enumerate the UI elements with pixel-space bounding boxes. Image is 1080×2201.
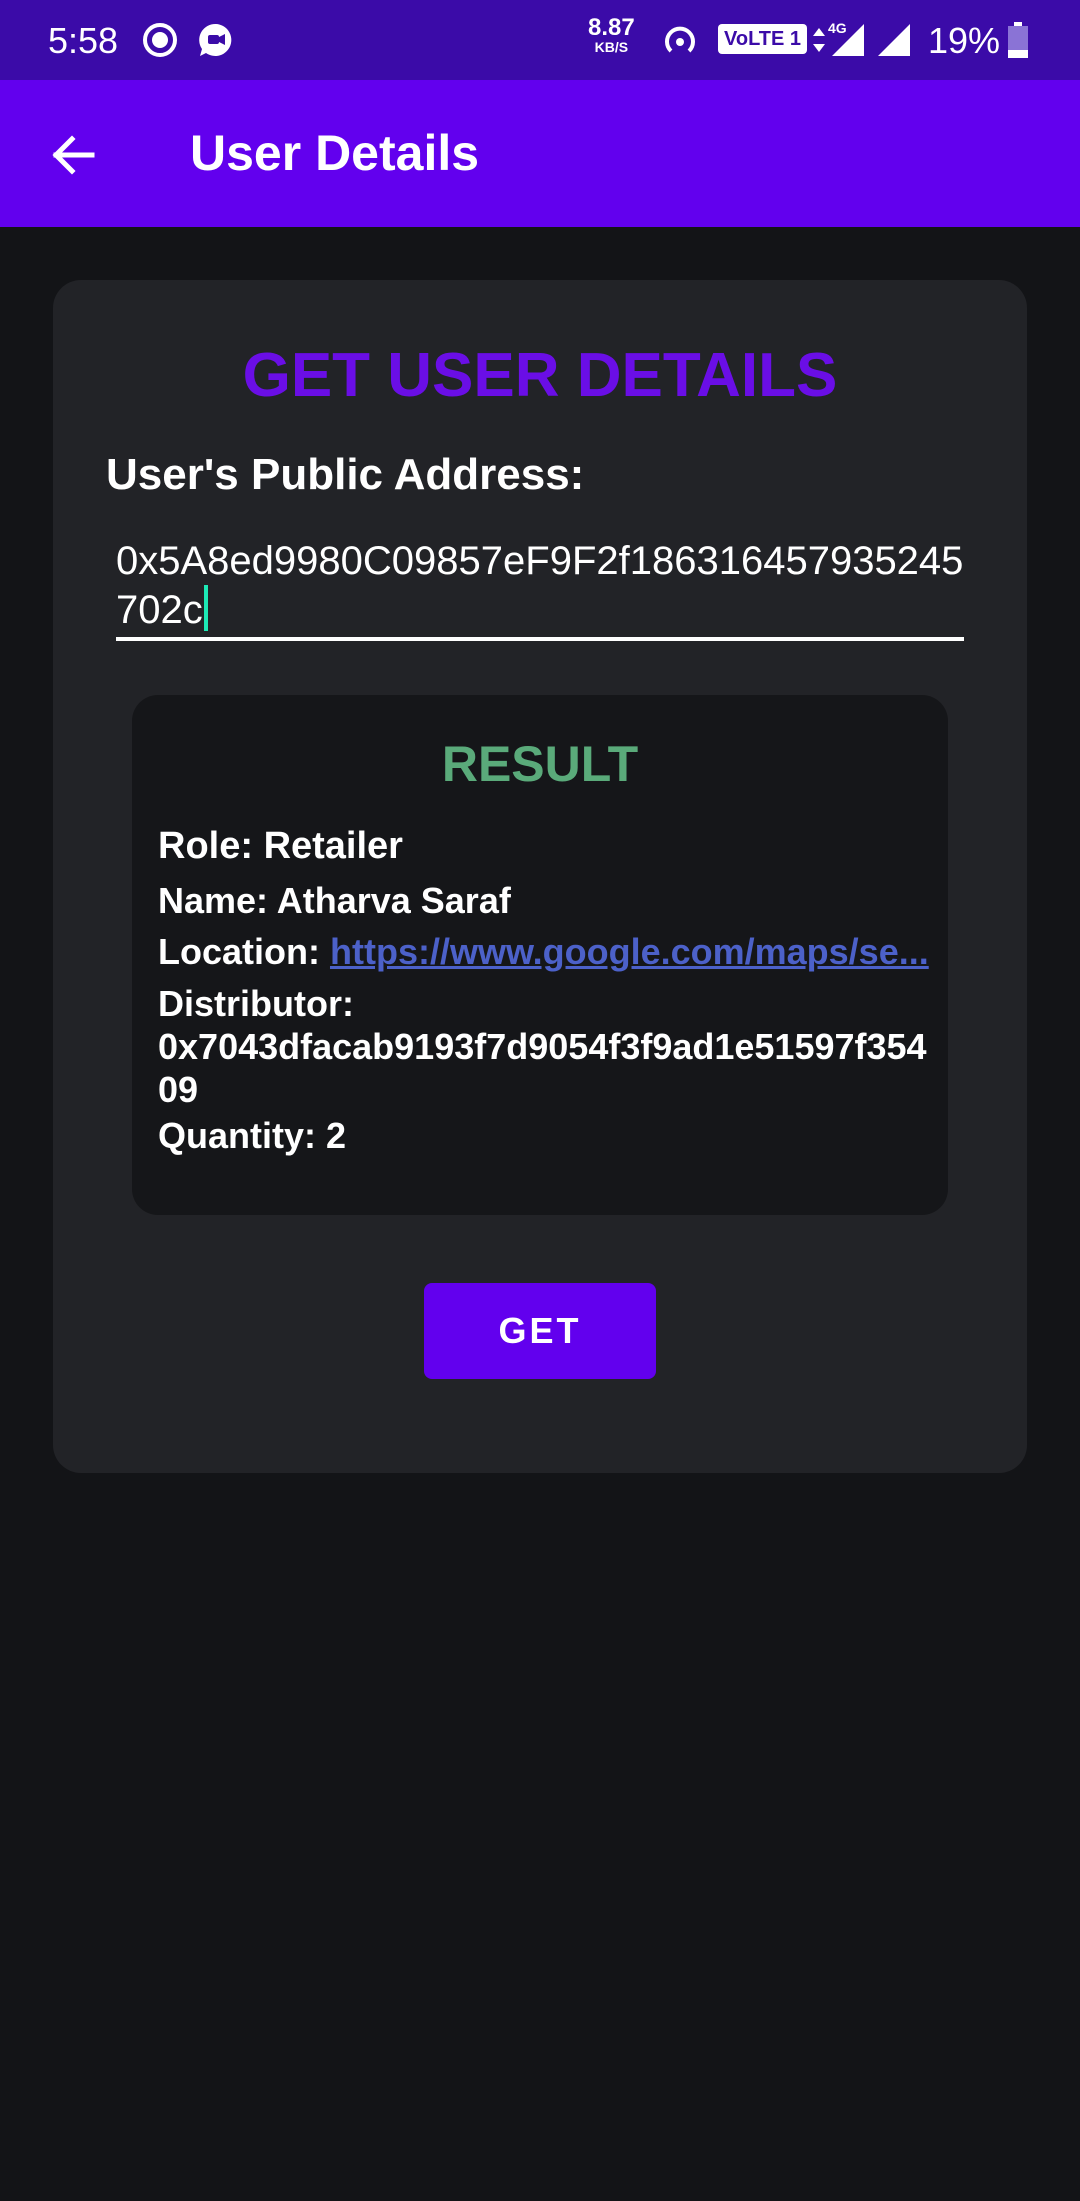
form-heading: GET USER DETAILS xyxy=(242,341,838,410)
volte-badge: VoLTE 1 xyxy=(718,24,808,54)
text-cursor xyxy=(203,585,208,631)
role-label: Role: xyxy=(158,825,264,867)
quantity-label: Quantity: xyxy=(158,1115,326,1156)
signal-icon xyxy=(832,24,864,56)
arrow-left-icon[interactable] xyxy=(48,130,98,180)
location-link[interactable]: https://www.google.com/maps/se... xyxy=(330,931,929,972)
record-icon xyxy=(143,23,177,57)
address-input-value: 0x5A8ed9980C09857eF9F2f18631645793524570… xyxy=(116,539,964,632)
hotspot-icon xyxy=(665,26,695,53)
address-label: User's Public Address: xyxy=(106,450,585,499)
network-speed: 8.87 KB/S xyxy=(588,14,635,55)
status-time: 5:58 xyxy=(48,20,119,61)
user-details-card: GET USER DETAILS User's Public Address: … xyxy=(53,280,1027,1473)
data-arrows-icon xyxy=(813,28,825,52)
network-speed-value: 8.87 xyxy=(588,14,635,41)
distributor-value: 0x7043dfacab9193f7d9054f3f9ad1e51597f354… xyxy=(158,1026,927,1110)
result-name: Name: Atharva Saraf xyxy=(158,880,511,922)
result-distributor: Distributor: 0x7043dfacab9193f7d9054f3f9a… xyxy=(158,982,928,1111)
name-value: Atharva Saraf xyxy=(276,880,511,921)
distributor-label: Distributor: xyxy=(158,983,354,1024)
result-card: RESULT Role: Retailer Name: Atharva Sara… xyxy=(132,695,948,1215)
result-heading: RESULT xyxy=(441,736,639,792)
status-bar: 5:58 8.87 KB/S VoLTE 1 4G 19% xyxy=(0,0,1080,80)
network-speed-unit: KB/S xyxy=(594,39,629,55)
role-value: Retailer xyxy=(263,825,403,867)
page-title: User Details xyxy=(190,125,480,181)
battery-percent: 19% xyxy=(928,20,1001,61)
chat-icon xyxy=(199,23,232,56)
name-label: Name: xyxy=(158,880,277,921)
quantity-value: 2 xyxy=(326,1115,347,1156)
location-label: Location: xyxy=(158,931,330,972)
result-location: Location: https://www.google.com/maps/se… xyxy=(158,931,929,973)
battery-icon xyxy=(1008,22,1028,58)
signal-icon xyxy=(878,24,910,56)
address-input[interactable]: 0x5A8ed9980C09857eF9F2f18631645793524570… xyxy=(116,537,964,641)
app-bar: User Details xyxy=(0,80,1080,227)
get-button[interactable]: GET xyxy=(424,1283,656,1379)
result-role: Role: Retailer xyxy=(158,825,403,868)
result-quantity: Quantity: 2 xyxy=(158,1115,346,1157)
